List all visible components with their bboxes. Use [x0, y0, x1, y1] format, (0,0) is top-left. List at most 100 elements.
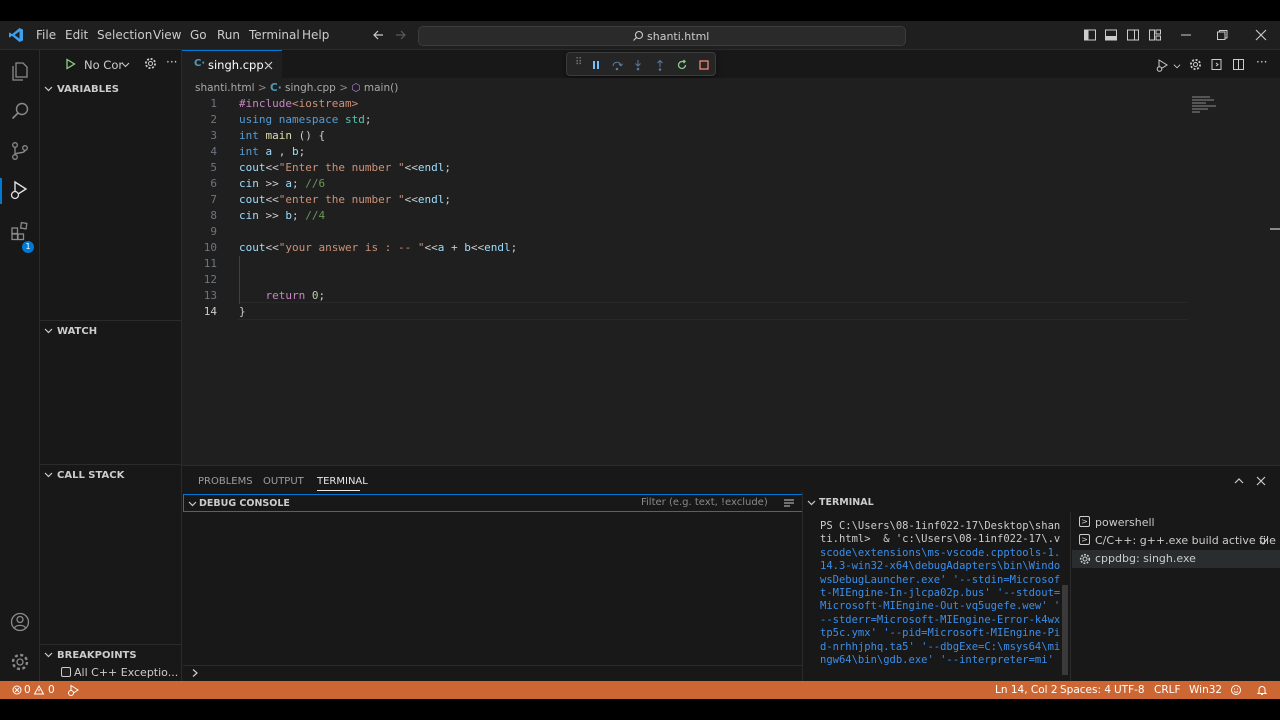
watch-section-header[interactable]: WATCH [40, 321, 182, 343]
command-center-search[interactable]: shanti.html [418, 26, 906, 46]
more-actions-icon[interactable]: ··· [166, 55, 177, 69]
explorer-icon[interactable] [9, 60, 31, 82]
close-panel-icon[interactable] [1256, 476, 1266, 486]
clear-console-icon[interactable] [783, 498, 795, 509]
launch-config-select[interactable]: No Cor [84, 58, 123, 72]
menu-help[interactable]: Help [302, 28, 329, 42]
cursor-position[interactable]: Ln 14, Col 2 [995, 684, 1058, 696]
debug-console-title: DEBUG CONSOLE [199, 498, 290, 509]
toggle-panel-icon[interactable] [1104, 28, 1118, 42]
forward-arrow-icon[interactable] [394, 28, 408, 42]
active-view-indicator [0, 178, 2, 204]
cpp-file-icon: C· [194, 58, 206, 69]
step-into-icon[interactable] [632, 59, 644, 71]
maximize-panel-icon[interactable] [1234, 476, 1244, 486]
breakpoint-checkbox[interactable] [61, 667, 71, 677]
close-window-icon[interactable] [1254, 28, 1268, 42]
menu-file[interactable]: File [36, 28, 56, 42]
terminal-line: --stderr=Microsoft-MIEngine-Error-k4wx [820, 613, 1061, 626]
tab-singh-cpp[interactable]: C· singh.cpp [182, 50, 282, 78]
feedback-icon[interactable] [1230, 684, 1242, 696]
indentation-status[interactable]: Spaces: 4 [1060, 684, 1111, 696]
terminal-line: 14.3-win32-x64\debugAdapters\bin\Windo [820, 560, 1061, 573]
problems-status[interactable]: 0 0 [10, 681, 60, 699]
drag-handle-icon[interactable]: ⠿ [575, 57, 582, 68]
terminal-section-header[interactable]: TERMINAL [803, 494, 1280, 512]
toggle-secondary-sidebar-icon[interactable] [1126, 28, 1140, 42]
menu-go[interactable]: Go [190, 28, 207, 42]
code-line: 9 [210, 225, 217, 238]
debug-gear-icon [1079, 553, 1091, 565]
code-line: 3 int main () { [210, 129, 326, 142]
source-control-icon[interactable] [9, 140, 31, 162]
error-icon [12, 685, 22, 695]
encoding-status[interactable]: UTF-8 [1114, 684, 1145, 696]
split-editor-icon[interactable] [1232, 58, 1245, 71]
terminal-tab-powershell[interactable]: > powershell [1072, 514, 1280, 532]
panel-split-divider[interactable] [802, 492, 803, 681]
back-arrow-icon[interactable] [371, 28, 385, 42]
chevron-down-icon[interactable] [1173, 62, 1181, 70]
notifications-bell-icon[interactable] [1256, 684, 1268, 696]
menu-terminal[interactable]: Terminal [249, 28, 300, 42]
run-and-debug-icon[interactable] [9, 180, 31, 202]
breakpoints-title: BREAKPOINTS [57, 650, 137, 661]
tab-problems[interactable]: PROBLEMS [198, 476, 253, 487]
accounts-icon[interactable] [9, 611, 31, 633]
more-editor-actions-icon[interactable]: ··· [1256, 55, 1267, 69]
menu-view[interactable]: View [153, 28, 181, 42]
debug-sidebar: No Cor ··· VARIABLES WATCH CALL STACK BR… [40, 50, 182, 681]
breadcrumb-file[interactable]: singh.cpp [285, 82, 336, 94]
code-editor[interactable]: shanti.html > C· singh.cpp > ⬡ main() 1 #… [182, 78, 1280, 465]
platform-status[interactable]: Win32 [1189, 684, 1222, 696]
terminal-line: t-MIEngine-In-jlcpa02p.bus' '--stdout= [820, 587, 1061, 600]
terminal-scrollbar[interactable] [1062, 585, 1068, 675]
terminal-line: scode\extensions\ms-vscode.cpptools-1. [820, 546, 1061, 559]
symbol-method-icon: ⬡ [351, 82, 361, 94]
terminal-tab-build-task[interactable]: > C/C++: g++.exe build active file [1072, 532, 1280, 550]
call-stack-section-header[interactable]: CALL STACK [40, 465, 182, 487]
extensions-icon[interactable] [9, 220, 31, 242]
tab-output[interactable]: OUTPUT [263, 476, 304, 487]
customize-layout-icon[interactable] [1148, 28, 1162, 42]
debug-console-filter-input[interactable]: Filter (e.g. text, !exclude) [636, 495, 778, 511]
debug-console-header[interactable]: DEBUG CONSOLE Filter (e.g. text, !exclud… [183, 494, 803, 512]
terminal-output[interactable]: PS C:\Users\08-1inf022-17\Desktop\shan t… [820, 520, 1060, 667]
open-launch-json-gear-icon[interactable] [144, 57, 157, 70]
search-view-icon[interactable] [9, 100, 31, 122]
terminal-tab-label: powershell [1095, 516, 1155, 529]
breadcrumb-symbol[interactable]: main() [364, 82, 398, 94]
console-prompt-chevron-icon[interactable] [190, 668, 200, 678]
manage-gear-icon[interactable] [9, 651, 31, 673]
chevron-down-icon[interactable] [121, 60, 130, 69]
step-out-icon[interactable] [654, 59, 666, 71]
settings-gear-icon[interactable] [1189, 58, 1202, 71]
variables-section-header[interactable]: VARIABLES [40, 79, 182, 101]
stop-icon[interactable] [698, 59, 710, 71]
terminal-tab-cppdbg[interactable]: cppdbg: singh.exe [1072, 550, 1280, 568]
restore-icon[interactable] [1215, 28, 1229, 42]
menu-run[interactable]: Run [217, 28, 240, 42]
close-tab-icon[interactable] [264, 61, 273, 70]
eol-status[interactable]: CRLF [1154, 684, 1181, 696]
toggle-sidebar-icon[interactable] [1083, 28, 1097, 42]
menu-selection[interactable]: Selection [97, 28, 152, 42]
terminal-line: d-nrhhjphq.ta5' '--dbgExe=C:\msys64\mi [820, 640, 1061, 653]
breadcrumb-folder[interactable]: shanti.html [195, 82, 255, 94]
debug-status-icon[interactable] [67, 684, 80, 696]
menu-edit[interactable]: Edit [65, 28, 88, 42]
run-debug-file-icon[interactable] [1156, 58, 1170, 72]
activity-bar: 1 [0, 50, 40, 681]
tab-terminal[interactable]: TERMINAL [317, 476, 368, 487]
terminal-icon: > [1079, 534, 1090, 545]
restart-icon[interactable] [676, 59, 688, 71]
start-debugging-icon[interactable] [64, 58, 76, 70]
terminal-line: Microsoft-MIEngine-Out-vq5ugefe.wew' ' [820, 600, 1061, 613]
pause-icon[interactable] [590, 59, 602, 71]
breakpoints-section-header[interactable]: BREAKPOINTS [40, 645, 182, 667]
chevron-down-icon [44, 86, 53, 92]
open-preview-icon[interactable] [1210, 58, 1223, 71]
step-over-icon[interactable] [611, 59, 623, 71]
code-line: 11 [203, 257, 217, 270]
minimize-icon[interactable] [1179, 28, 1193, 42]
